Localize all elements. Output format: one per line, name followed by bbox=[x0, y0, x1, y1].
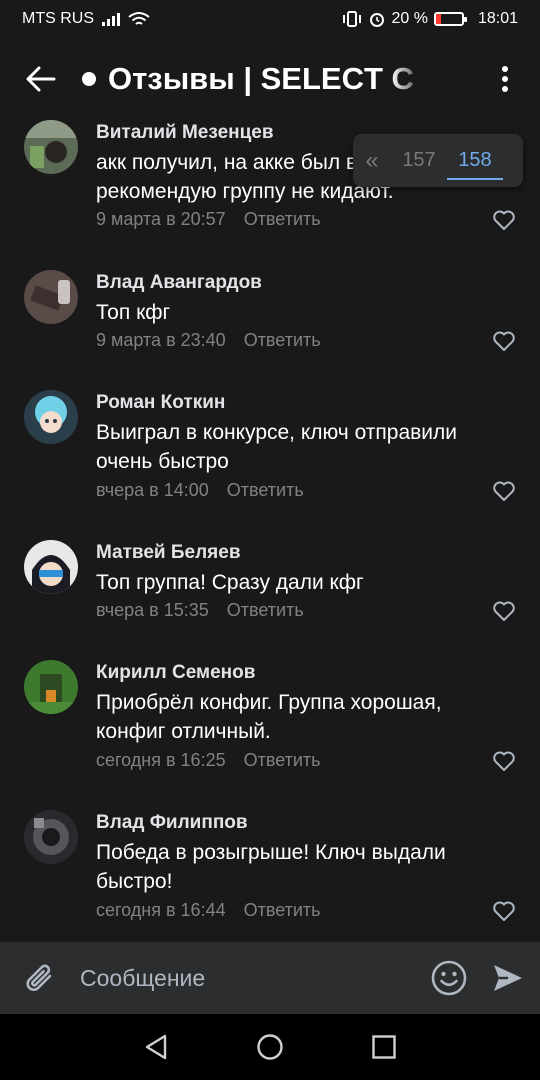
status-bar: MTS RUS 20 % 18:01 bbox=[0, 0, 540, 38]
comment-meta: 9 марта в 23:40 Ответить bbox=[96, 330, 321, 351]
reply-link[interactable]: Ответить bbox=[244, 330, 321, 350]
avatar[interactable] bbox=[24, 120, 78, 174]
arrow-left-icon bbox=[26, 66, 56, 92]
comment-author[interactable]: Кирилл Семенов bbox=[96, 662, 255, 684]
comment-time: сегодня в 16:25 bbox=[96, 750, 226, 770]
comment-meta: 9 марта в 20:57 Ответить bbox=[96, 209, 321, 230]
reply-link[interactable]: Ответить bbox=[244, 750, 321, 770]
menu-button[interactable] bbox=[470, 38, 540, 120]
comment-author[interactable]: Роман Коткин bbox=[96, 392, 225, 414]
nav-back-icon bbox=[145, 1034, 167, 1060]
current-page-number[interactable]: 158 bbox=[447, 149, 503, 180]
send-icon bbox=[494, 965, 522, 991]
avatar[interactable] bbox=[24, 810, 78, 864]
comment-author[interactable]: Влад Авангардов bbox=[96, 272, 262, 294]
alarm-icon bbox=[370, 13, 385, 27]
smile-icon bbox=[431, 960, 467, 996]
heart-icon[interactable] bbox=[492, 600, 516, 622]
comment-text: Выиграл в конкурсе, ключ отправили очень… bbox=[96, 421, 458, 473]
conversation-header: Отзывы | SELECT C bbox=[0, 38, 540, 120]
avatar[interactable] bbox=[24, 540, 78, 594]
battery-percent: 20 % bbox=[391, 10, 428, 27]
clock: 18:01 bbox=[477, 10, 518, 27]
signal-icon bbox=[102, 12, 120, 26]
comment-text: Топ кфг bbox=[96, 301, 171, 324]
page-navigator: « 157 158 bbox=[353, 134, 523, 187]
back-button[interactable] bbox=[0, 38, 82, 120]
comment-meta: сегодня в 16:25 Ответить bbox=[96, 750, 321, 771]
comment-time: вчера в 14:00 bbox=[96, 480, 209, 500]
heart-icon[interactable] bbox=[492, 750, 516, 772]
nav-home-button[interactable] bbox=[250, 1027, 290, 1067]
comment-time: сегодня в 16:44 bbox=[96, 900, 226, 920]
nav-home-icon bbox=[257, 1034, 283, 1060]
heart-icon[interactable] bbox=[492, 209, 516, 231]
vibrate-icon bbox=[343, 11, 362, 27]
avatar[interactable] bbox=[24, 660, 78, 714]
comment-meta: сегодня в 16:44 Ответить bbox=[96, 900, 321, 921]
message-input[interactable] bbox=[80, 942, 422, 1014]
paperclip-icon bbox=[26, 964, 52, 991]
comment-meta: вчера в 15:35 Ответить bbox=[96, 600, 304, 621]
send-button[interactable] bbox=[476, 942, 540, 1014]
avatar[interactable] bbox=[24, 390, 78, 444]
battery-icon bbox=[433, 12, 467, 26]
attach-button[interactable] bbox=[0, 942, 80, 1014]
pager-back-button[interactable]: « bbox=[353, 147, 391, 175]
carrier-name: MTS RUS bbox=[22, 10, 94, 27]
reply-link[interactable]: Ответить bbox=[227, 600, 304, 620]
reply-link[interactable]: Ответить bbox=[244, 209, 321, 229]
nav-recent-icon bbox=[372, 1035, 396, 1059]
more-vertical-icon bbox=[502, 66, 508, 92]
system-navbar bbox=[0, 1014, 540, 1080]
comment-text: Приобрёл конфиг. Группа хорошая, конфиг … bbox=[96, 691, 442, 743]
heart-icon[interactable] bbox=[492, 900, 516, 922]
nav-recent-button[interactable] bbox=[364, 1027, 404, 1067]
avatar[interactable] bbox=[24, 270, 78, 324]
title-block[interactable]: Отзывы | SELECT C bbox=[82, 61, 427, 97]
status-dot bbox=[82, 72, 96, 86]
wifi-icon bbox=[128, 12, 150, 25]
comment-meta: вчера в 14:00 Ответить bbox=[96, 480, 304, 501]
comment-time: 9 марта в 23:40 bbox=[96, 330, 226, 350]
compose-bar bbox=[0, 942, 540, 1014]
reply-link[interactable]: Ответить bbox=[244, 900, 321, 920]
emoji-button[interactable] bbox=[422, 942, 476, 1014]
page-title: Отзывы | SELECT C bbox=[108, 61, 414, 96]
comment-time: 9 марта в 20:57 bbox=[96, 209, 226, 229]
reply-link[interactable]: Ответить bbox=[227, 480, 304, 500]
comment-text: Топ группа! Сразу дали кфг bbox=[96, 571, 364, 594]
heart-icon[interactable] bbox=[492, 480, 516, 502]
comment-author[interactable]: Матвей Беляев bbox=[96, 542, 241, 564]
comment-time: вчера в 15:35 bbox=[96, 600, 209, 620]
comment-author[interactable]: Влад Филиппов bbox=[96, 812, 248, 834]
comment-text: Победа в розыгрыше! Ключ выдали быстро! bbox=[96, 841, 446, 893]
page-number[interactable]: 157 bbox=[391, 149, 447, 172]
heart-icon[interactable] bbox=[492, 330, 516, 352]
nav-back-button[interactable] bbox=[136, 1027, 176, 1067]
comment-author[interactable]: Виталий Мезенцев bbox=[96, 122, 274, 144]
